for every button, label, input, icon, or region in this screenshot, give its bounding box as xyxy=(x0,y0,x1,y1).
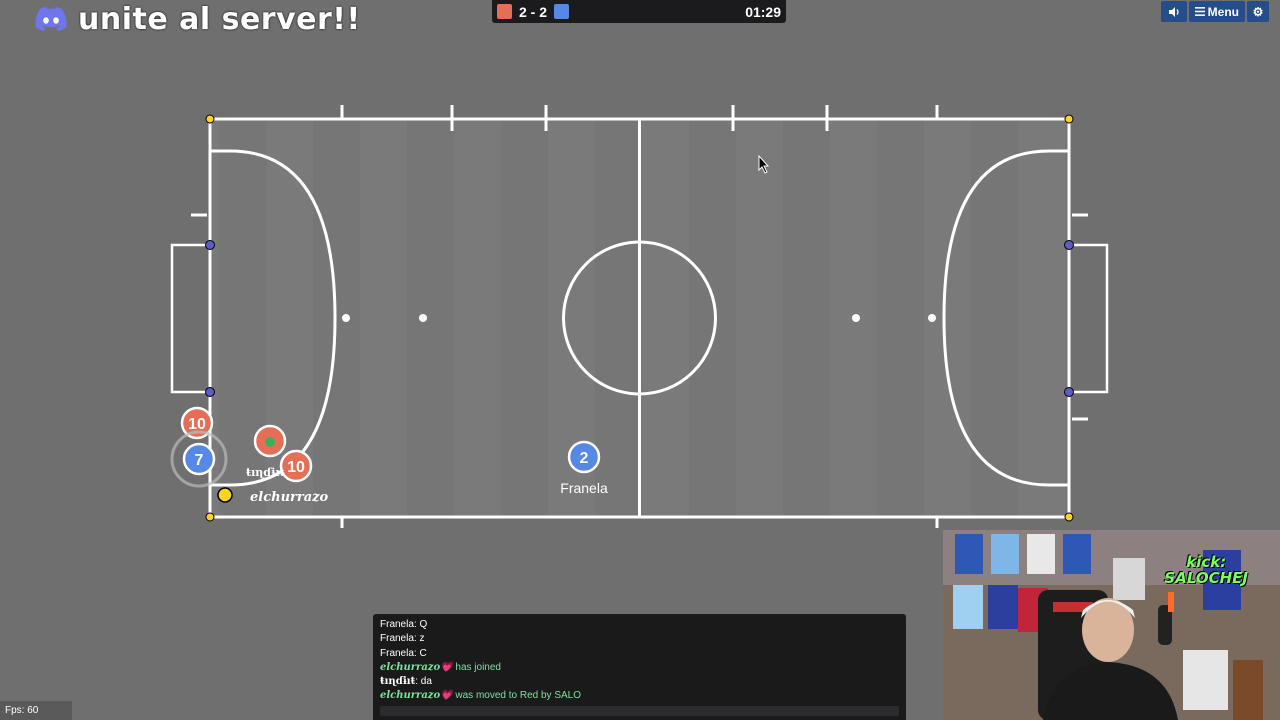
player-name: Franela xyxy=(560,480,608,496)
player-number: 10 xyxy=(188,416,206,433)
webcam-kick-label: kick: SALOCHEJ xyxy=(1164,553,1248,587)
settings-button[interactable]: ⚙ xyxy=(1247,1,1269,22)
chat-notice: elchurrazo💗 was moved to Red by SALO xyxy=(380,690,582,702)
fps-counter: Fps: 60 xyxy=(0,701,72,720)
player-name-elchurrazo: elchurrazo xyxy=(250,490,329,505)
chat-message: Franela: Q xyxy=(380,619,428,630)
chat-input[interactable] xyxy=(380,706,899,716)
match-timer: 01:29 xyxy=(745,3,781,20)
discord-icon xyxy=(35,7,67,31)
left-goal xyxy=(170,243,210,394)
menu-label: Menu xyxy=(1207,4,1239,19)
webcam-overlay: kick: SALOCHEJ xyxy=(943,530,1280,720)
discord-invite-text: unite al server!! xyxy=(78,1,361,37)
player-red-10-b: 10 xyxy=(279,449,313,483)
player-number: 2 xyxy=(580,450,589,467)
speaker-icon xyxy=(1168,6,1179,17)
red-team-swatch xyxy=(497,4,512,19)
player-number: 10 xyxy=(287,459,305,476)
right-goal xyxy=(1069,243,1109,394)
blue-team-swatch xyxy=(554,4,570,19)
player-number: 7 xyxy=(195,452,204,469)
player-red-avatar xyxy=(253,424,287,458)
hamburger-icon xyxy=(1194,7,1205,16)
top-controls: Menu ⚙ xyxy=(1160,1,1269,22)
chat-notice: elchurrazo💗 has joined xyxy=(380,661,501,673)
smiley-icon xyxy=(265,437,275,447)
menu-button[interactable]: Menu xyxy=(1188,1,1245,22)
discord-banner: unite al server!! xyxy=(34,1,361,37)
chat-panel: Franela: Q Franela: z Franela: C elchurr… xyxy=(373,614,906,720)
chat-log: Franela: Q Franela: z Franela: C elchurr… xyxy=(380,618,581,704)
score: 2 - 2 xyxy=(519,3,548,20)
chat-message: ŧıɳɗɨıŧ: da xyxy=(380,676,432,688)
scoreboard: 2 - 2 01:29 xyxy=(492,0,786,23)
chat-message: Franela: z xyxy=(380,633,425,645)
player-name-tindiit: ŧıɳɗɨıŧ xyxy=(246,466,286,479)
gear-icon: ⚙ xyxy=(1252,4,1264,19)
ball xyxy=(217,487,233,503)
chat-message: Franela: C xyxy=(380,647,427,659)
sound-button[interactable] xyxy=(1160,1,1187,22)
